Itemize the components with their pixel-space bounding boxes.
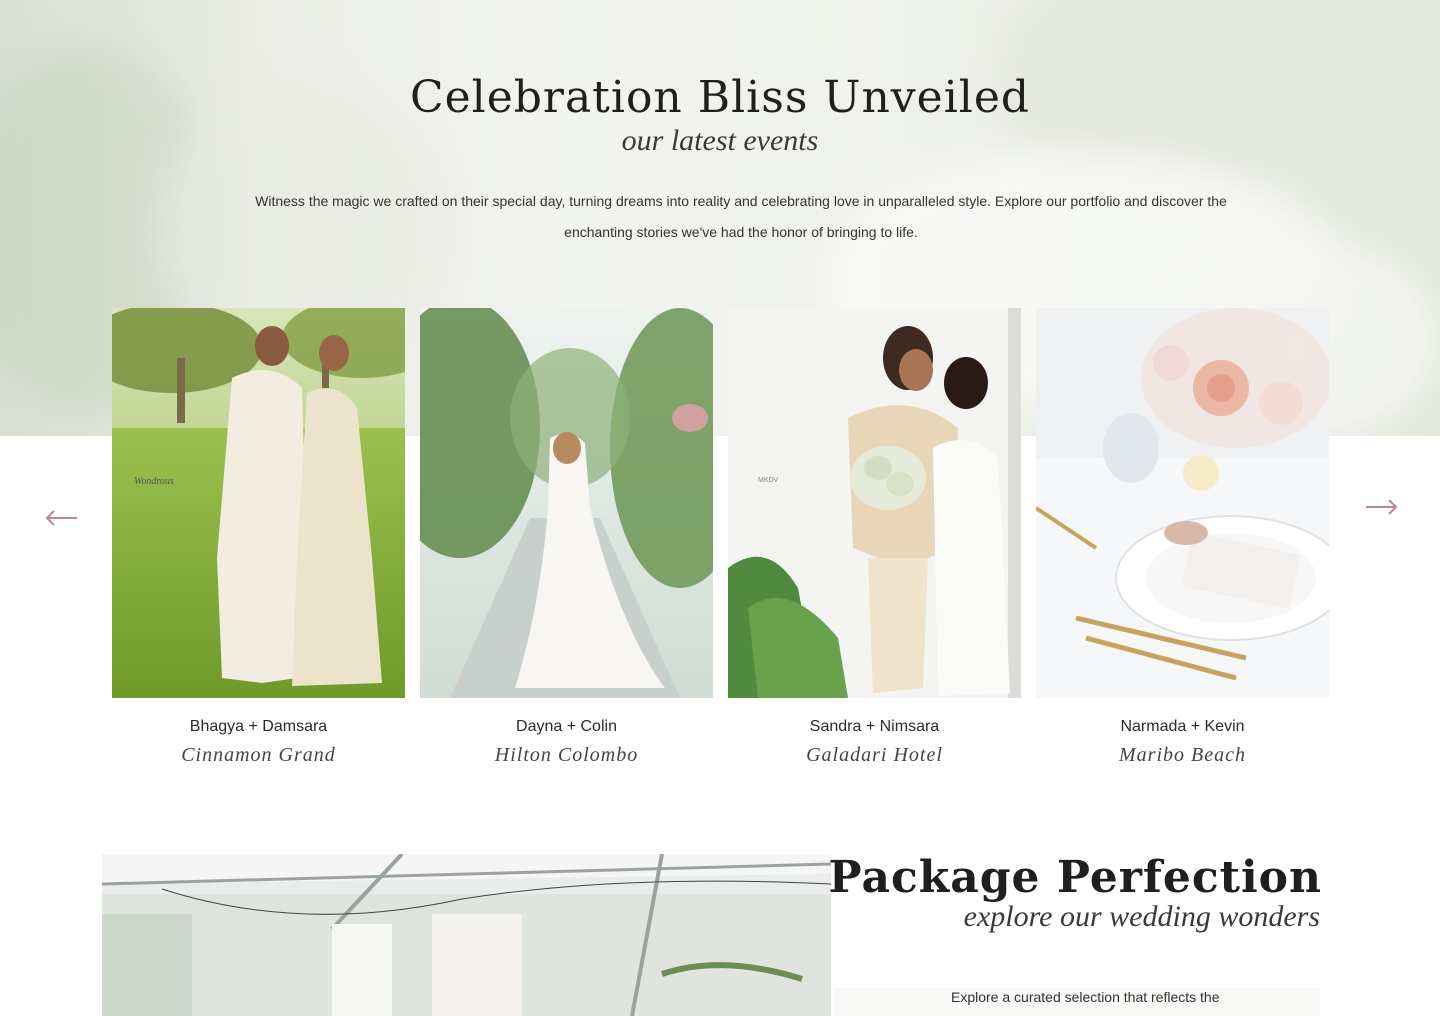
event-photo[interactable]: Wondrous [112,308,405,698]
package-title: Package Perfection [828,852,1322,903]
package-subtitle: explore our wedding wonders [963,900,1320,933]
svg-text:Wondrous: Wondrous [134,476,174,487]
package-description: Explore a curated selection that reflect… [951,989,1220,1005]
event-card[interactable]: Narmada + Kevin Maribo Beach [1036,308,1329,767]
event-card[interactable]: Wondrous Bhagya + Damsara Cinnamon Grand [112,308,405,767]
event-couple-names: Dayna + Colin [516,718,617,735]
event-venue: Cinnamon Grand [181,744,336,766]
event-couple-names: Sandra + Nimsara [809,718,940,735]
svg-text:MKDV: MKDV [758,477,779,484]
event-venue: Maribo Beach [1119,744,1246,766]
event-card[interactable]: MKDV Sandra + Nimsara Galadari Hotel [728,308,1021,767]
arrow-right-icon[interactable] [1364,497,1398,517]
event-couple-names: Narmada + Kevin [1120,718,1245,735]
event-venue: Galadari Hotel [806,744,943,766]
package-photo [102,854,831,1016]
arrow-left-icon[interactable] [45,508,79,528]
event-venue: Hilton Colombo [494,744,639,766]
event-photo[interactable]: MKDV [728,308,1021,698]
section-description: Witness the magic we crafted on their sp… [255,193,1227,240]
event-couple-names: Bhagya + Damsara [189,718,328,735]
event-photo[interactable] [1036,308,1329,698]
event-photo[interactable] [420,308,713,698]
section-title: Celebration Bliss Unveiled [409,72,1031,123]
section-subtitle: our latest events [621,124,819,157]
event-card[interactable]: Dayna + Colin Hilton Colombo [420,308,713,767]
